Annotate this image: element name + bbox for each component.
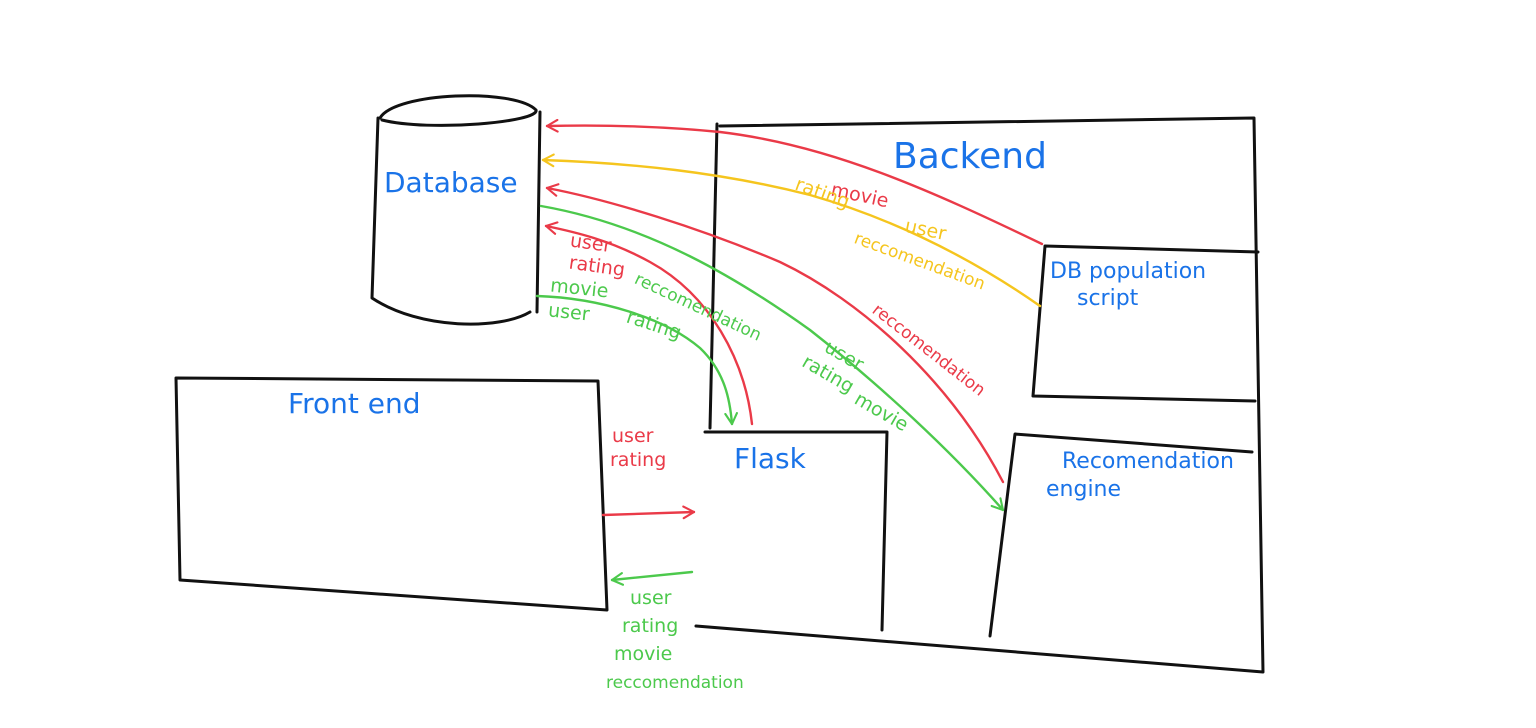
db-population-script-node: DB population script: [1031, 244, 1260, 403]
edge-label: rating: [622, 615, 678, 637]
edge-label: rating: [792, 173, 852, 213]
frontend-node: Front end: [174, 376, 609, 612]
edge-label: movie: [851, 388, 913, 436]
edge-label: movie: [614, 643, 672, 665]
architecture-diagram: Database Backend DB population script Re…: [174, 94, 1265, 693]
database-label: Database: [384, 166, 518, 199]
frontend-label: Front end: [288, 387, 420, 420]
db-population-script-label-line1: DB population: [1050, 259, 1206, 284]
edge-label: user: [903, 215, 948, 245]
backend-divider: [708, 122, 719, 430]
labels-frontend-to-flask-red: user rating: [610, 425, 666, 471]
recommendation-engine-label-line2: engine: [1046, 477, 1121, 502]
recommendation-engine-label-line1: Recomendation: [1062, 449, 1234, 474]
db-population-script-label-line2: script: [1077, 286, 1139, 311]
arrow-flask-to-frontend-green: [610, 570, 694, 586]
database-cylinder-shape: [370, 94, 542, 326]
edge-label: user: [547, 299, 591, 325]
edge-label: rating: [624, 306, 684, 344]
arrow-frontend-to-flask-red: [601, 505, 696, 520]
labels-database-to-flask-green: movie user reccomendation rating: [547, 269, 764, 345]
backend-label: Backend: [893, 136, 1047, 177]
database-node: Database: [370, 94, 542, 326]
labels-engine-to-database-red: reccomendation: [868, 300, 989, 401]
labels-flask-to-frontend-green: user rating movie reccomendation: [606, 587, 744, 693]
edge-label: reccomendation: [868, 300, 989, 401]
flask-label: Flask: [734, 442, 807, 475]
recommendation-engine-node: Recomendation engine: [988, 432, 1254, 638]
labels-flask-to-database-red: user rating: [568, 229, 627, 281]
edge-label: user: [612, 425, 654, 447]
flask-node: Flask: [703, 430, 889, 632]
edge-label: reccomendation: [606, 673, 744, 693]
edge-label: user: [630, 587, 672, 609]
edge-label: rating: [610, 449, 666, 471]
